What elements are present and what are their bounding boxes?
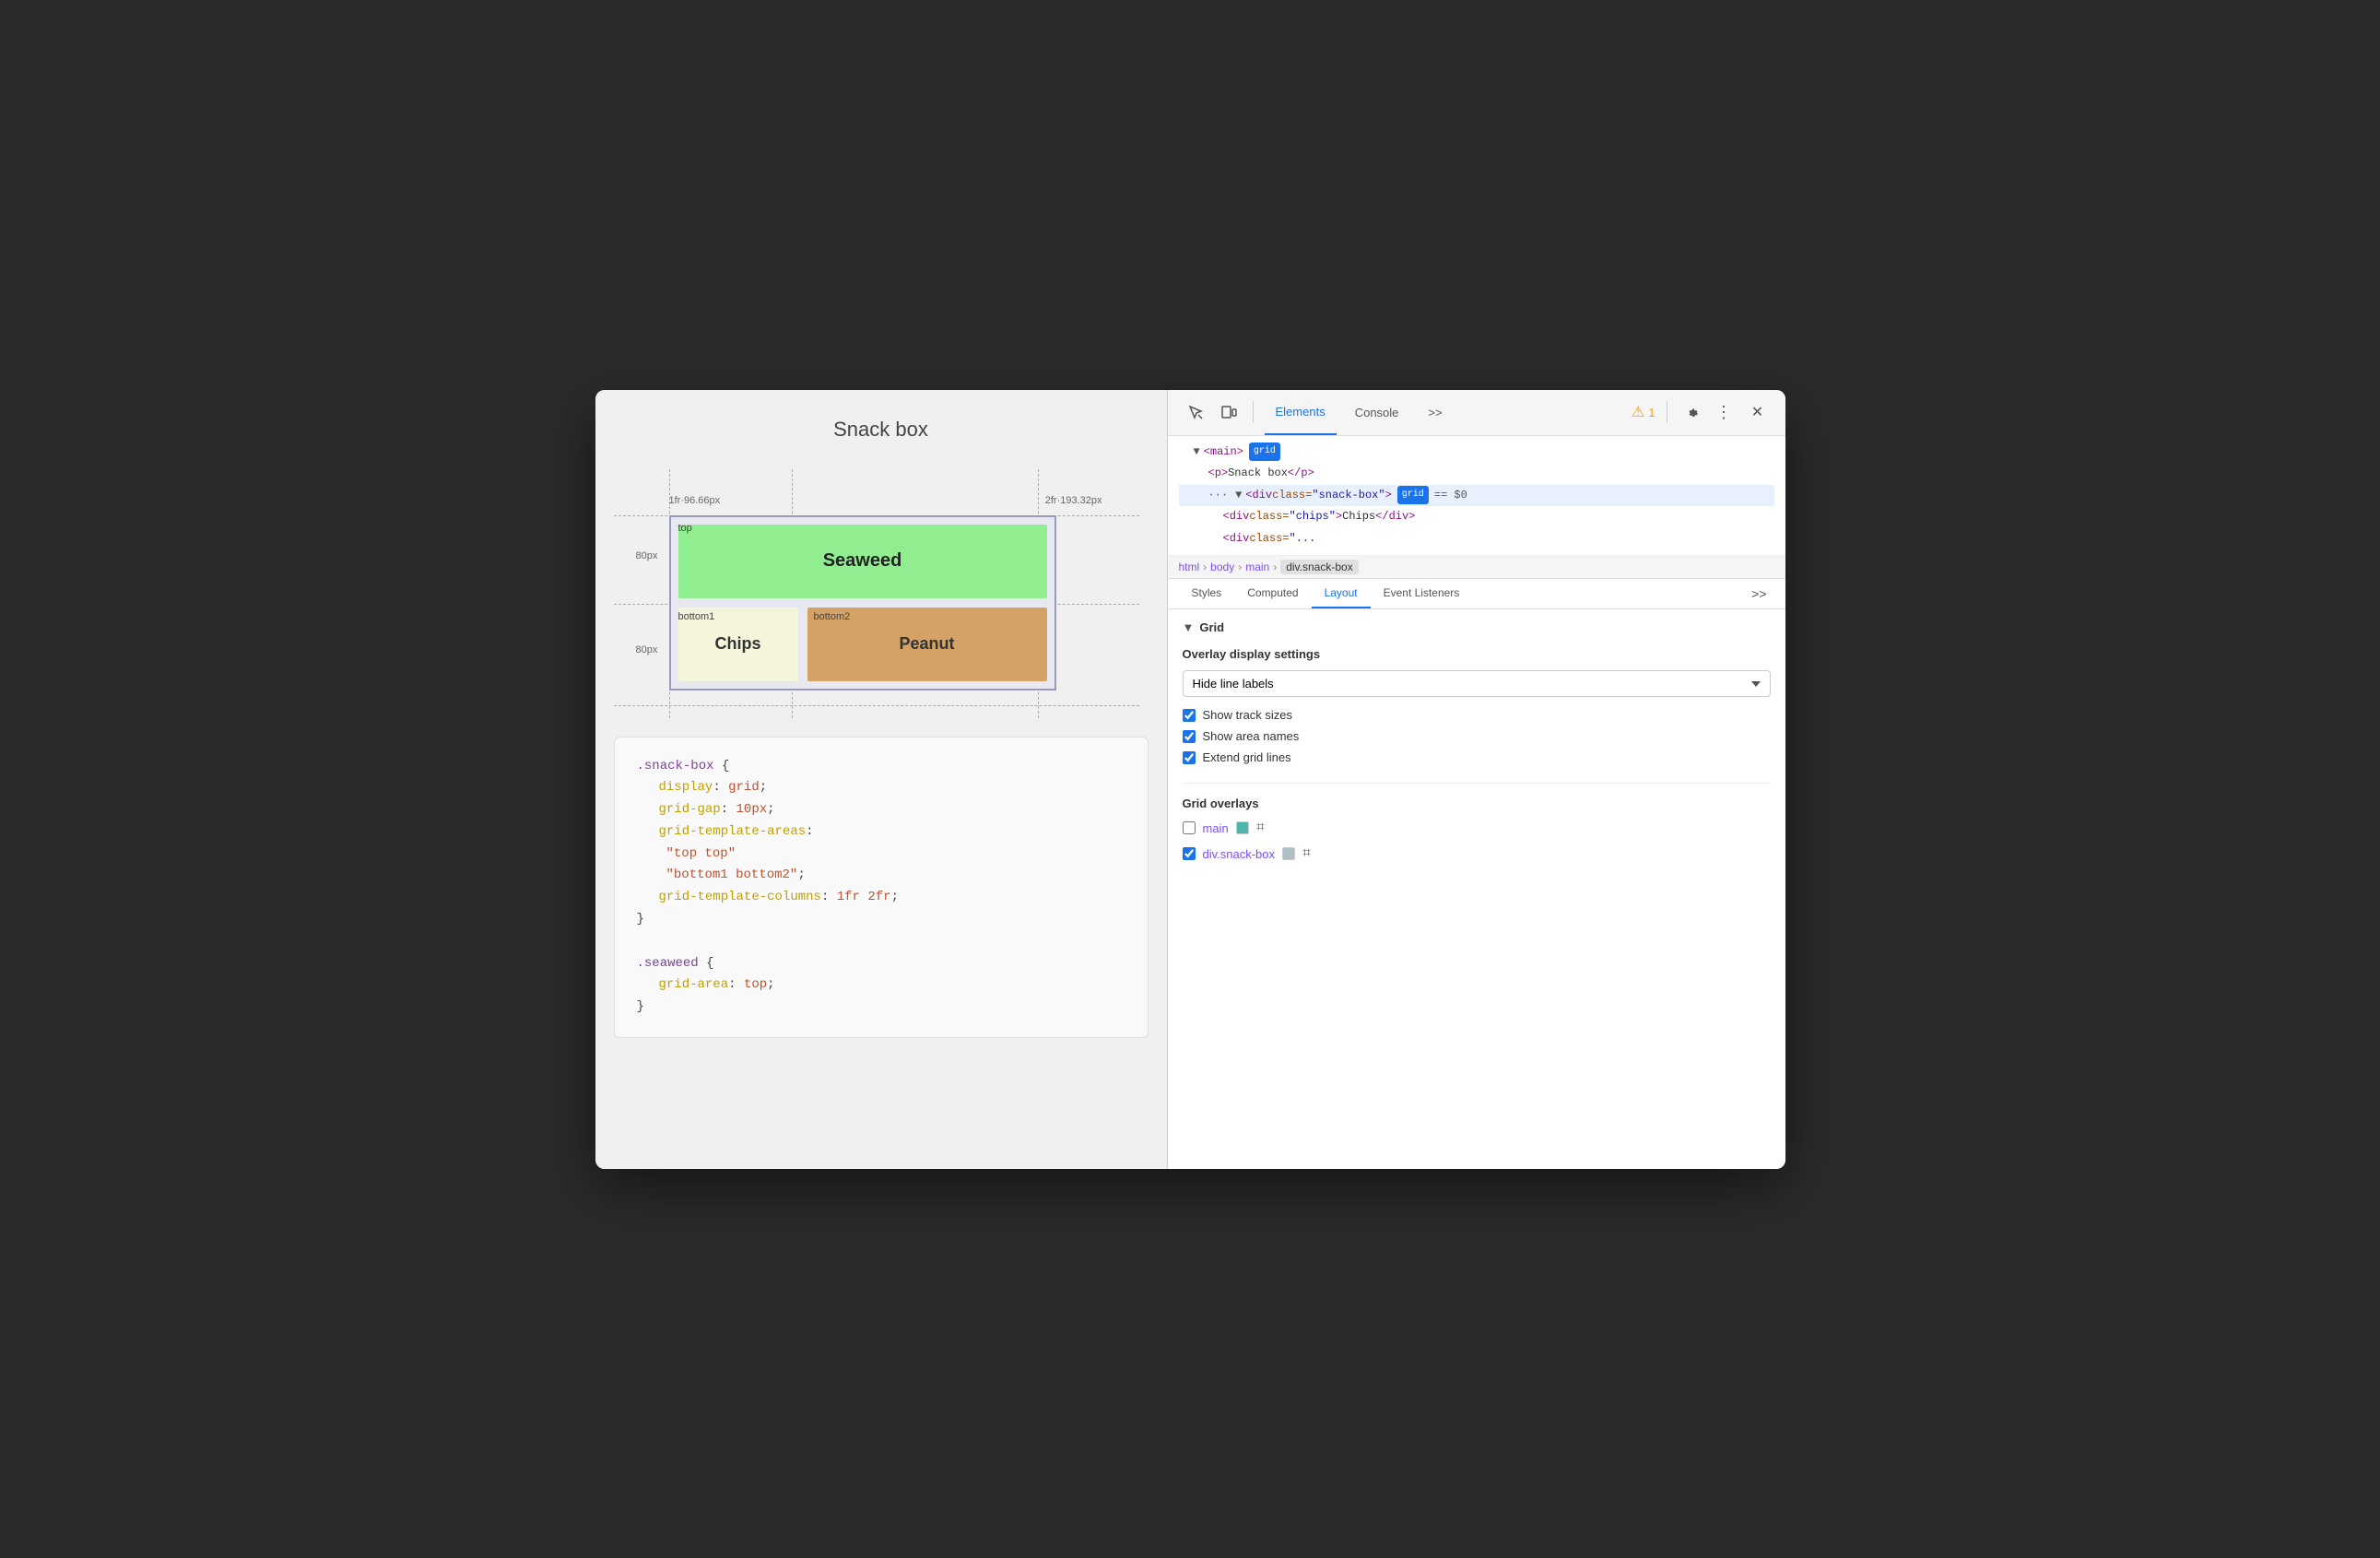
warning-icon: ⚠	[1632, 403, 1644, 421]
left-panel: Snack box 1fr·96.66px 2fr·193.32px 80px …	[595, 390, 1167, 1169]
dom-tree: ▼ <main> grid <p> Snack box </p> ··· ▼ <…	[1168, 436, 1785, 557]
warning-badge: ⚠ 1	[1632, 403, 1655, 421]
overlay-main-label: main	[1203, 821, 1229, 835]
checkbox-row-area-names: Show area names	[1183, 729, 1771, 743]
dom-line-chips[interactable]: <div class= "chips" > Chips </div>	[1179, 506, 1774, 528]
overlay-main-icon: ⌗	[1256, 820, 1265, 836]
toolbar-right: ⚠ 1 ⋮ ✕	[1632, 399, 1771, 425]
inspect-icon[interactable]	[1183, 399, 1208, 425]
dom-line-peanut[interactable]: <div class= "...	[1179, 528, 1774, 550]
checkbox-overlay-snackbox[interactable]	[1183, 847, 1196, 860]
tab-more[interactable]: >>	[1417, 390, 1453, 436]
checkbox-track-sizes[interactable]	[1183, 709, 1196, 722]
code-panel: .snack-box { display: grid; grid-gap: 10…	[614, 737, 1149, 1039]
grid-demo: top bottom1 bottom2 Seaweed Chips Peanut	[669, 515, 1056, 690]
breadcrumb-div-snackbox[interactable]: div.snack-box	[1280, 560, 1358, 574]
layout-content: ▼ Grid Overlay display settings Hide lin…	[1168, 609, 1785, 1168]
tab-console[interactable]: Console	[1344, 390, 1410, 436]
overlay-snackbox-label: div.snack-box	[1203, 847, 1276, 861]
breadcrumb: html › body › main › div.snack-box	[1168, 556, 1785, 579]
area-label-top: top	[678, 523, 692, 534]
cell-seaweed: Seaweed	[678, 525, 1047, 598]
settings-icon[interactable]	[1679, 399, 1704, 425]
checkbox-row-track-sizes: Show track sizes	[1183, 708, 1771, 722]
track-label-col2: 2fr·193.32px	[1045, 495, 1102, 506]
more-options-icon[interactable]: ⋮	[1712, 399, 1738, 425]
tab-elements[interactable]: Elements	[1265, 390, 1337, 436]
area-label-bottom1: bottom1	[678, 611, 715, 622]
toolbar-separator	[1253, 401, 1254, 423]
grid-overlays-title: Grid overlays	[1183, 797, 1771, 810]
sub-tab-layout[interactable]: Layout	[1312, 579, 1371, 608]
checkbox-row-extend-lines: Extend grid lines	[1183, 750, 1771, 764]
code-snack-selector: .snack-box {	[637, 756, 1125, 778]
overlay-snackbox-color[interactable]	[1282, 847, 1295, 860]
checkbox-track-sizes-label: Show track sizes	[1203, 708, 1293, 722]
checkbox-area-names[interactable]	[1183, 730, 1196, 743]
demo-title: Snack box	[614, 418, 1149, 442]
overlay-settings-title: Overlay display settings	[1183, 647, 1771, 661]
checkbox-extend-lines[interactable]	[1183, 751, 1196, 764]
sub-tab-event-listeners[interactable]: Event Listeners	[1371, 579, 1473, 608]
area-label-bottom2: bottom2	[814, 611, 851, 622]
dom-line-p[interactable]: <p> Snack box </p>	[1179, 463, 1774, 485]
divider	[1183, 783, 1771, 784]
checkbox-overlay-main[interactable]	[1183, 821, 1196, 834]
checkbox-extend-lines-label: Extend grid lines	[1203, 750, 1291, 764]
grid-section-arrow: ▼	[1183, 620, 1195, 634]
overlay-row-snackbox: div.snack-box ⌗	[1183, 845, 1771, 862]
breadcrumb-main[interactable]: main	[1245, 561, 1269, 573]
overlay-row-main: main ⌗	[1183, 820, 1771, 836]
grid-visual-wrapper: 1fr·96.66px 2fr·193.32px 80px 80px top b…	[669, 515, 1102, 690]
track-label-row1: 80px	[636, 550, 658, 561]
devtools-panel: Elements Console >> ⚠ 1	[1167, 390, 1785, 1169]
browser-window: Snack box 1fr·96.66px 2fr·193.32px 80px …	[595, 390, 1785, 1169]
sub-tabs: Styles Computed Layout Event Listeners >…	[1168, 579, 1785, 609]
line-labels-dropdown[interactable]: Hide line labels Show line numbers Show …	[1183, 670, 1771, 697]
device-icon[interactable]	[1216, 399, 1242, 425]
sub-tab-computed[interactable]: Computed	[1234, 579, 1311, 608]
track-label-row2: 80px	[636, 644, 658, 655]
extend-line-h3	[614, 705, 1139, 706]
overlay-display-settings: Overlay display settings Hide line label…	[1183, 647, 1771, 764]
breadcrumb-body[interactable]: body	[1210, 561, 1234, 573]
overlay-snackbox-icon: ⌗	[1302, 845, 1311, 862]
breadcrumb-html[interactable]: html	[1179, 561, 1200, 573]
grid-section-label: Grid	[1199, 620, 1224, 634]
track-label-col1: 1fr·96.66px	[669, 495, 721, 506]
grid-section-header[interactable]: ▼ Grid	[1183, 620, 1771, 634]
devtools-toolbar: Elements Console >> ⚠ 1	[1168, 390, 1785, 436]
sub-tab-more[interactable]: >>	[1744, 583, 1773, 605]
dom-line-div-snackbox[interactable]: ··· ▼ <div class= "snack-box" > grid == …	[1179, 485, 1774, 507]
sub-tab-styles[interactable]: Styles	[1179, 579, 1235, 608]
overlay-main-color[interactable]	[1236, 821, 1249, 834]
grid-overlays-section: Grid overlays main ⌗ div.snack-box ⌗	[1183, 797, 1771, 862]
dom-line-main[interactable]: ▼ <main> grid	[1179, 442, 1774, 464]
checkbox-area-names-label: Show area names	[1203, 729, 1300, 743]
close-icon[interactable]: ✕	[1745, 399, 1771, 425]
